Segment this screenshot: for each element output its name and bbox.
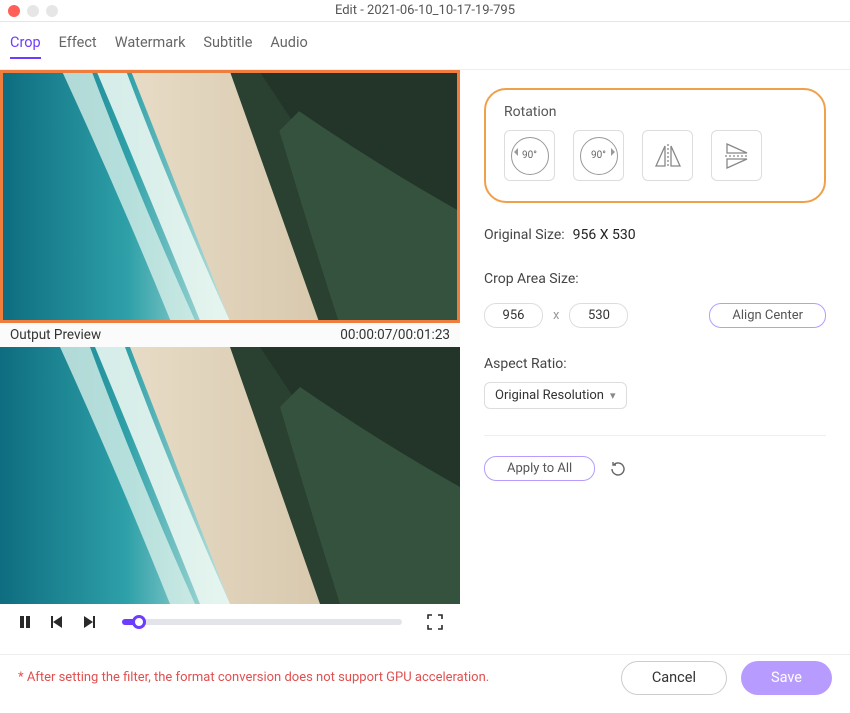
window-title: Edit - 2021-06-10_10-17-19-795 <box>0 3 850 18</box>
fullscreen-button[interactable] <box>426 613 444 631</box>
rotation-group: Rotation 90° 90° <box>484 88 826 203</box>
rotate-cw-button[interactable]: 90° <box>573 130 624 181</box>
original-size-label: Original Size: <box>484 227 565 243</box>
reset-icon[interactable] <box>609 460 627 478</box>
align-center-button[interactable]: Align Center <box>709 303 826 328</box>
tab-crop[interactable]: Crop <box>10 34 41 59</box>
footer-bar: * After setting the filter, the format c… <box>0 654 850 700</box>
titlebar: Edit - 2021-06-10_10-17-19-795 <box>0 0 850 22</box>
divider <box>484 435 826 436</box>
step-forward-button[interactable] <box>80 613 98 631</box>
tab-effect[interactable]: Effect <box>59 34 97 59</box>
aspect-ratio-select[interactable]: Original Resolution ▾ <box>484 382 627 409</box>
timecode: 00:00:07/00:01:23 <box>340 327 450 343</box>
crop-area-label: Crop Area Size: <box>484 271 579 287</box>
save-button[interactable]: Save <box>741 661 832 695</box>
flip-horizontal-button[interactable] <box>642 130 693 181</box>
gpu-warning: * After setting the filter, the format c… <box>18 670 607 685</box>
output-preview-label: Output Preview <box>10 327 101 343</box>
original-size-value: 956 X 530 <box>573 227 636 243</box>
tab-subtitle[interactable]: Subtitle <box>203 34 252 59</box>
pause-button[interactable] <box>16 613 34 631</box>
cancel-button[interactable]: Cancel <box>621 661 727 695</box>
settings-panel: Rotation 90° 90° <box>460 70 850 654</box>
apply-to-all-button[interactable]: Apply to All <box>484 456 595 481</box>
preview-column: Output Preview 00:00:07/00:01:23 <box>0 70 460 654</box>
dimension-separator: x <box>553 308 559 323</box>
tab-watermark[interactable]: Watermark <box>115 34 186 59</box>
chevron-down-icon: ▾ <box>610 389 616 402</box>
aspect-ratio-label: Aspect Ratio: <box>484 356 567 372</box>
editor-tabs: Crop Effect Watermark Subtitle Audio <box>0 22 850 70</box>
rotate-ccw-button[interactable]: 90° <box>504 130 555 181</box>
playback-controls <box>0 604 460 640</box>
crop-width-input[interactable] <box>484 303 543 328</box>
crop-height-input[interactable] <box>569 303 628 328</box>
seek-slider[interactable] <box>122 619 402 625</box>
tab-audio[interactable]: Audio <box>270 34 307 59</box>
rotation-label: Rotation <box>504 104 806 120</box>
output-preview <box>0 347 460 604</box>
flip-vertical-button[interactable] <box>711 130 762 181</box>
crop-preview[interactable] <box>0 70 460 323</box>
aspect-ratio-value: Original Resolution <box>495 388 604 403</box>
preview-info-bar: Output Preview 00:00:07/00:01:23 <box>0 323 460 347</box>
step-back-button[interactable] <box>48 613 66 631</box>
